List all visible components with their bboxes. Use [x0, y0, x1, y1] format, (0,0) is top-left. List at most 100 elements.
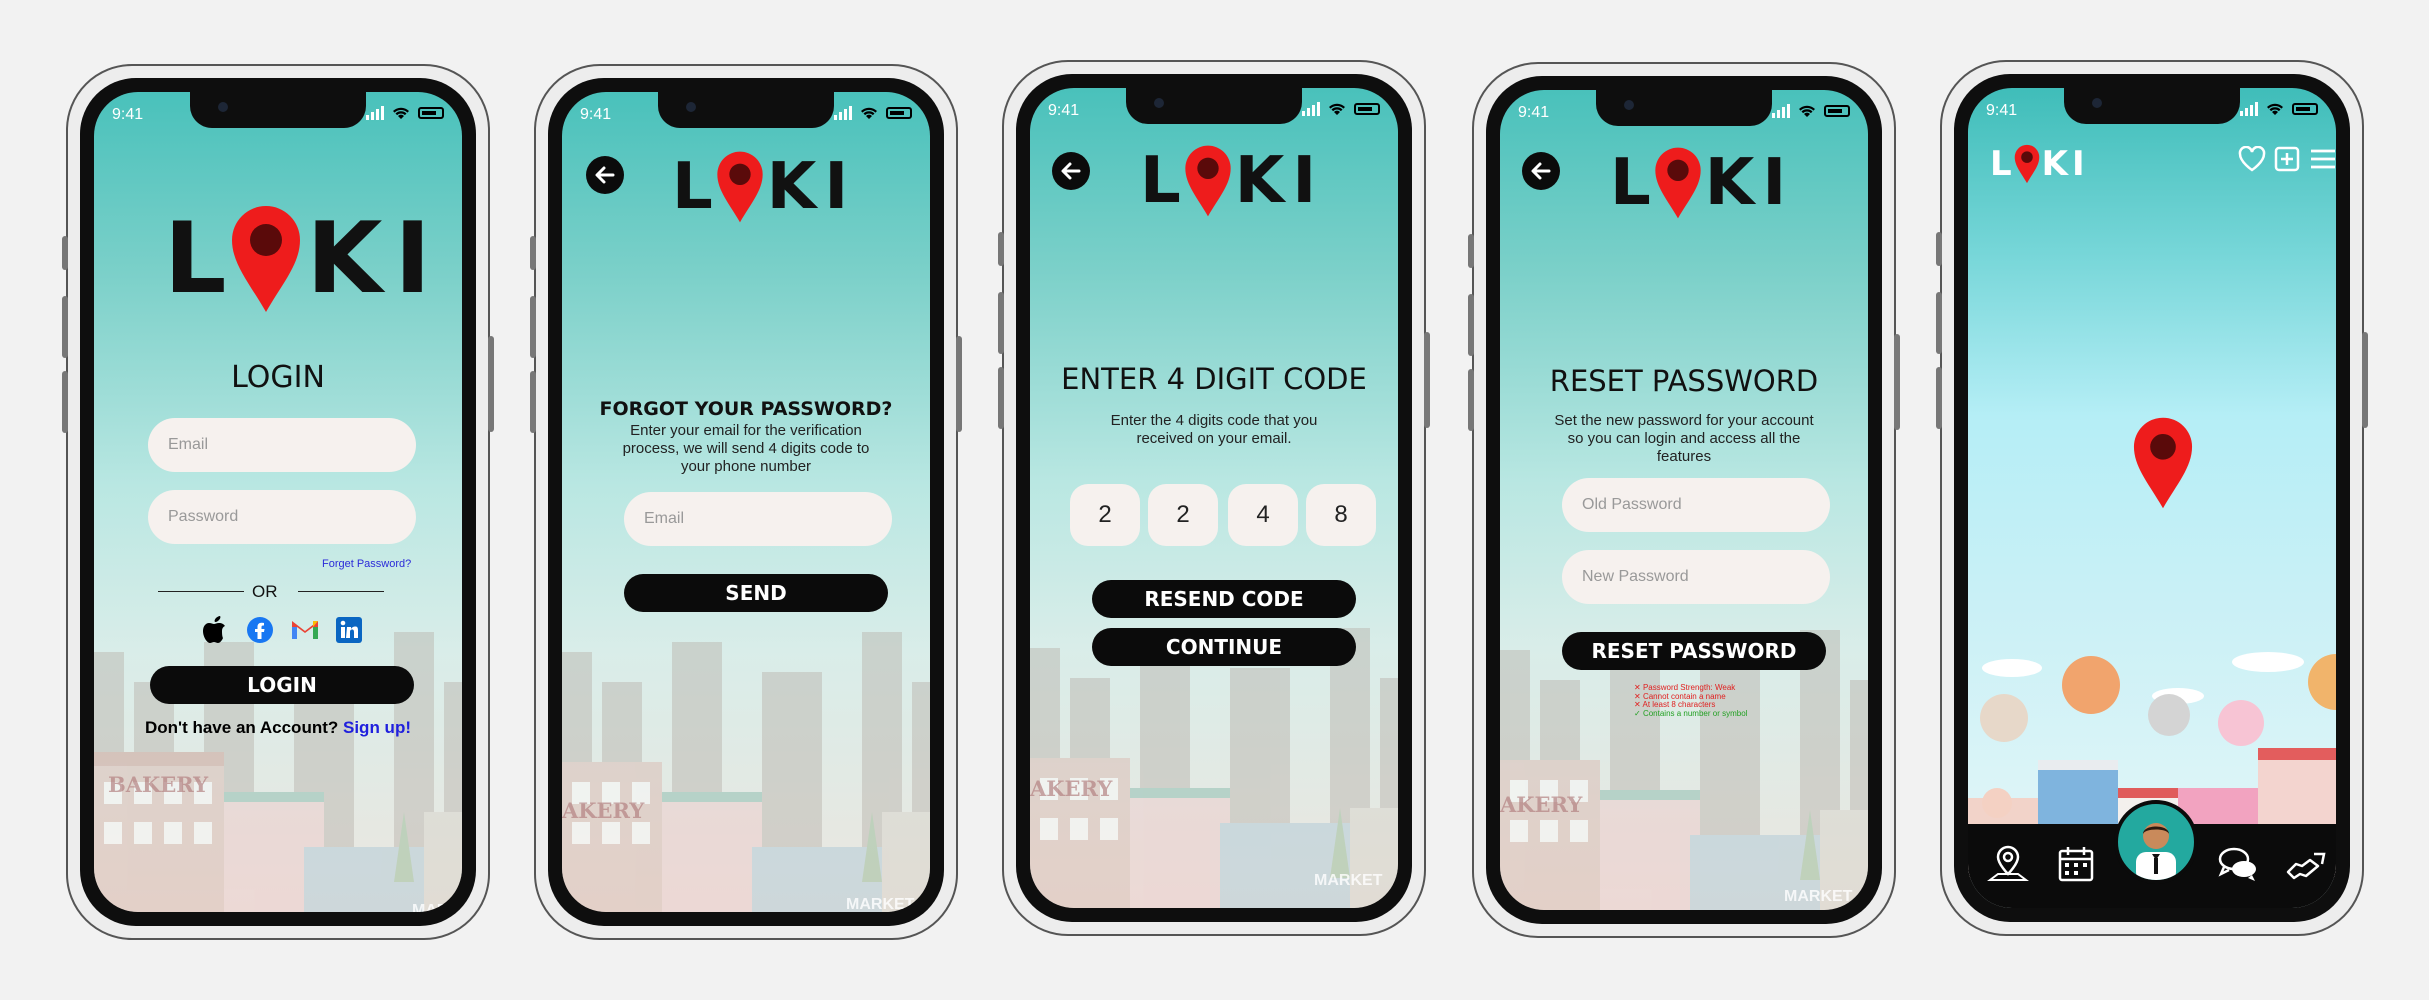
old-password-field[interactable]: Old Password	[1562, 478, 1830, 532]
wifi-icon	[1329, 103, 1345, 115]
side-button	[1468, 234, 1474, 268]
status-bar: 9:41	[112, 106, 444, 126]
battery-icon	[1824, 105, 1850, 117]
chat-icon[interactable]	[2216, 842, 2260, 886]
side-button	[998, 367, 1004, 429]
screen: 9:41 BAKERY MARKET	[94, 92, 462, 912]
side-button	[998, 292, 1004, 354]
map-pin-icon	[1185, 145, 1231, 217]
logo-letter: L	[1990, 144, 2012, 184]
code-digit-input[interactable]: 2	[1148, 484, 1218, 546]
status-bar: 9:41	[1518, 104, 1850, 124]
phone-login: 9:41 BAKERY MARKET	[62, 64, 494, 940]
email-field[interactable]: Email	[624, 492, 892, 546]
signal-icon	[834, 106, 852, 120]
bakery-marker[interactable]	[1980, 694, 2028, 742]
phone-home: 9:41 L K I	[1936, 60, 2368, 936]
or-label: OR	[252, 582, 278, 601]
map-pin-icon	[1655, 147, 1701, 219]
city-background	[94, 632, 462, 912]
profile-avatar[interactable]	[2114, 800, 2198, 884]
apple-icon[interactable]	[202, 616, 228, 644]
status-time: 9:41	[580, 106, 612, 123]
status-bar: 9:41	[580, 106, 912, 126]
bezel: 9:41 AKERY MARKET	[548, 78, 944, 926]
bezel: 9:41 BAKERY MARKET	[80, 78, 476, 926]
battery-icon	[886, 107, 912, 119]
side-button	[488, 336, 494, 432]
side-button	[62, 236, 68, 270]
signup-link[interactable]: Sign up!	[343, 718, 411, 737]
app-logo: L K I	[164, 202, 431, 316]
divider	[298, 591, 384, 592]
logo-letter: L	[1140, 144, 1181, 218]
forgot-password-link[interactable]: Forget Password?	[322, 558, 411, 570]
screen: 9:41 AKERY MARKET	[1500, 90, 1868, 910]
handshake-icon[interactable]	[2284, 842, 2328, 886]
bakery-sign: AKERY	[1030, 776, 1113, 801]
status-time: 9:41	[1986, 102, 2018, 119]
bottom-nav	[1968, 800, 2336, 908]
calendar-icon[interactable]	[2054, 842, 2098, 886]
market-sign: MARKET	[412, 902, 462, 912]
status-time: 9:41	[1048, 102, 1080, 119]
screen: 9:41 AKERY MARKET	[1030, 88, 1398, 908]
side-button	[530, 371, 536, 433]
back-button[interactable]	[1522, 152, 1560, 190]
code-digit-input[interactable]: 4	[1228, 484, 1298, 546]
battery-icon	[418, 107, 444, 119]
shop-marker[interactable]	[2062, 656, 2120, 714]
menu-icon[interactable]	[2310, 148, 2336, 170]
login-button[interactable]: LOGIN	[150, 666, 414, 704]
screen: 9:41 L K I	[1968, 88, 2336, 908]
facebook-icon[interactable]	[246, 616, 274, 644]
side-button	[530, 236, 536, 270]
side-button	[956, 336, 962, 432]
continue-button[interactable]: CONTINUE	[1092, 628, 1356, 666]
password-field[interactable]: Password	[148, 490, 416, 544]
status-time: 9:41	[112, 106, 144, 123]
phone-enter-code: 9:41 AKERY MARKET L K I ENTER 4 DIGIT CO…	[998, 60, 1430, 936]
avatar-icon	[2136, 823, 2176, 880]
gift-marker[interactable]	[2218, 700, 2264, 746]
location-marker[interactable]	[2132, 416, 2194, 510]
back-button[interactable]	[586, 156, 624, 194]
resend-code-button[interactable]: RESEND CODE	[1092, 580, 1356, 618]
battery-icon	[1354, 103, 1380, 115]
app-logo: L K I	[1140, 144, 1316, 218]
market-sign: MARKET	[1314, 872, 1383, 889]
page-title: RESET PASSWORD	[1549, 364, 1819, 398]
restaurant-marker[interactable]	[2148, 694, 2190, 736]
wifi-icon	[1799, 105, 1815, 117]
cafe-marker[interactable]	[1982, 788, 2012, 818]
bezel: 9:41 AKERY MARKET	[1486, 76, 1882, 924]
status-time: 9:41	[1518, 104, 1550, 121]
signal-icon	[366, 106, 384, 120]
app-logo: L K I	[1610, 146, 1786, 220]
bakery-sign: AKERY	[562, 798, 645, 823]
map-pin-icon[interactable]	[1986, 842, 2030, 886]
new-password-field[interactable]: New Password	[1562, 550, 1830, 604]
password-rules: ✕ Password Strength: Weak ✕ Cannot conta…	[1634, 683, 1747, 718]
reset-password-button[interactable]: RESET PASSWORD	[1562, 632, 1826, 670]
side-button	[62, 296, 68, 358]
logo-letter: K	[2041, 144, 2069, 184]
app-logo: L K I	[1990, 144, 2085, 184]
signal-icon	[1302, 102, 1320, 116]
send-button[interactable]: SEND	[624, 574, 888, 612]
logo-letter: I	[824, 150, 849, 224]
arrow-left-icon	[1531, 162, 1551, 180]
email-field[interactable]: Email	[148, 418, 416, 472]
linkedin-icon[interactable]	[336, 617, 362, 643]
page-subtitle: Enter the 4 digits code that you receive…	[1110, 412, 1318, 447]
city-background	[562, 632, 930, 912]
page-title: ENTER 4 DIGIT CODE	[1061, 362, 1367, 396]
code-digit-input[interactable]: 8	[1306, 484, 1376, 546]
heart-icon[interactable]	[2238, 146, 2266, 172]
gmail-icon[interactable]	[290, 619, 320, 641]
logo-letter: I	[394, 202, 431, 316]
back-button[interactable]	[1052, 152, 1090, 190]
add-icon[interactable]	[2274, 146, 2300, 172]
logo-letter: K	[766, 150, 817, 224]
code-digit-input[interactable]: 2	[1070, 484, 1140, 546]
